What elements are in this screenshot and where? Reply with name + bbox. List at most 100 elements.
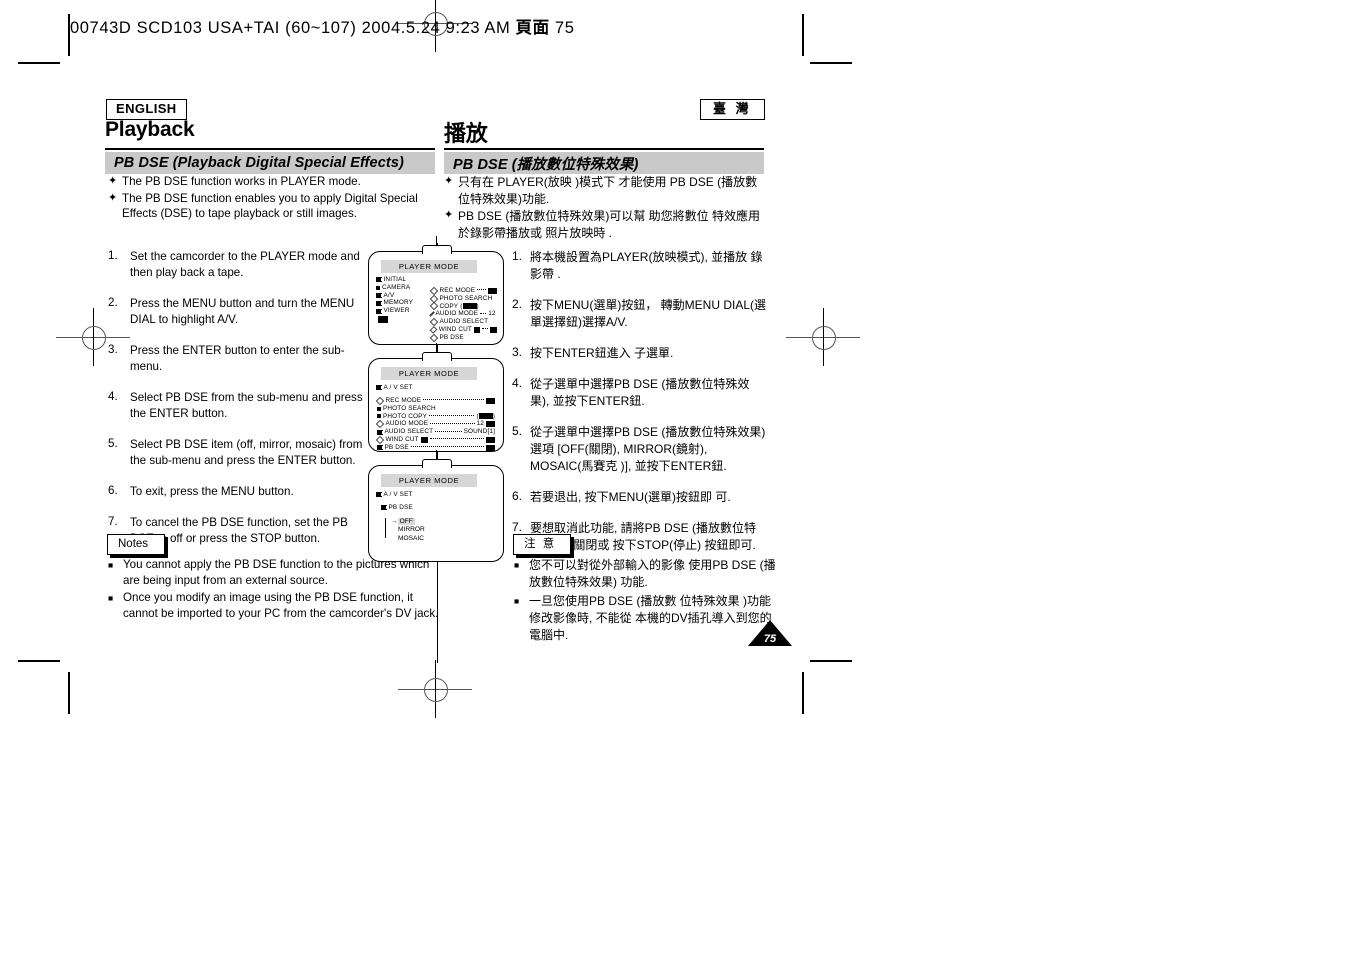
step-item: 4. 從子選單中選擇PB DSE (播放數位特殊效果), 並按下ENTER鈕. [512,376,767,410]
menu-item-label: PHOTO SEARCH [439,294,493,302]
menu-item: WIND CUT [375,435,495,445]
menu-item-value: 12 [476,420,484,428]
dot-leader [429,414,475,416]
step-item: 6. To exit, press the MENU button. [108,484,363,500]
note-text: 您不可以對從外部輸入的影像 使用PB DSE (播放數位特殊效果) 功能. [529,558,776,589]
lcd-tab-cut [423,358,449,361]
step-number: 5. [512,424,523,438]
chapter-title-english: Playback [105,118,195,141]
lcd-screen-pbdse-options: PLAYER MODE A / V SET PB DSE → OFF MIRROR… [368,450,504,562]
menu-item-label: MEMORY [383,299,414,307]
crop-mark-top-right-h [810,62,852,64]
square-icon [377,406,381,411]
bullet-item: ✦ The PB DSE function works in PLAYER mo… [108,174,438,190]
step-item: 3. Press the ENTER button to enter the s… [108,343,363,375]
prepress-slug: 00743D SCD103 USA+TAI (60~107) 2004.5.24… [70,14,574,38]
menu-item-value: SOUND[1] [463,428,495,436]
step-item: 5. 從子選單中選擇PB DSE (播放數位特殊效果)選項 [OFF(關閉), … [512,424,767,475]
section-heading-english: PB DSE (Playback Digital Special Effects… [105,152,435,174]
bullet-item: ✦ 只有在 PLAYER(放映 )模式下 才能使用 PB DSE (播放數位特殊… [444,174,766,207]
value-block-icon [486,436,495,443]
lcd-main-menu-column: INITIAL CAMERA A/V MEMORY VIEWER [376,276,428,323]
lcd-option-list: → OFF MIRROR MOSAIC [391,518,425,543]
menu-item-label: AUDIO SELECT [439,318,489,326]
menu-item-label: AUDIO MODE [385,420,429,428]
menu-item: COPY() [429,302,497,311]
diamond-icon [429,333,439,342]
menu-item-label: PHOTO COPY [383,412,427,420]
square-icon [376,285,380,290]
note-item: ■ Once you modify an image using the PB … [108,590,448,621]
menu-item-label: REC MODE [385,397,422,405]
folder-icon [376,300,383,306]
folder-icon [376,277,383,283]
step-text: 按下ENTER鈕進入 子選單. [530,346,674,360]
step-text: Select PB DSE from the sub-menu and pres… [130,391,363,420]
slug-cjk: 頁面 [515,19,550,37]
crop-mark-bottom-right-v [802,672,804,714]
page-number: 75 [763,633,777,645]
folder-icon [376,385,383,391]
notes-list-english: ■ You cannot apply the PB DSE function t… [108,557,448,623]
menu-item-value: 12 [488,310,496,318]
lcd-submenu-header: A / V SET [376,491,413,499]
language-tag-chinese: 臺 灣 [700,99,765,121]
lcd-submenu-header-2: PB DSE [381,504,413,512]
title-rule-chinese [444,148,764,151]
step-text: Select PB DSE item (off, mirror, mosaic)… [130,438,363,467]
diamond-bullet-icon: ✦ [108,191,118,204]
lcd-screen-menu-main: PLAYER MODE INITIAL CAMERA A/V MEMORY VI… [368,236,504,345]
dot-leader [410,446,484,448]
menu-item: MEMORY [376,299,428,307]
option-label-selected: OFF [397,518,415,525]
wind-cut-icon [420,436,428,443]
diamond-bullet-icon: ✦ [444,175,454,187]
dot-leader [480,312,487,314]
lcd-tab-cut [423,251,449,254]
step-item: 2. Press the MENU button and turn the ME… [108,296,363,328]
step-item: 3. 按下ENTER鈕進入 子選單. [512,345,767,362]
value-block-icon [489,326,497,333]
step-item: 4. Select PB DSE from the sub-menu and p… [108,390,363,422]
section-heading-chinese-label: PB DSE (播放數位特殊效果) [453,156,639,173]
step-item: 2. 按下MENU(選單)按鈕， 轉動MENU DIAL(選單選擇鈕)選擇A/V… [512,297,767,331]
note-item: ■ 一旦您使用PB DSE (播放數 位特殊效果 )功能修改影像時, 不能從 本… [514,593,779,644]
submenu-header-label: A / V SET [383,384,413,392]
step-number: 2. [108,296,118,309]
menu-item-label: PB DSE [384,443,409,451]
step-text: 從子選單中選擇PB DSE (播放數位特殊效果), 並按下ENTER鈕. [530,377,750,408]
value-block-icon [486,397,495,404]
copy-source-icon [462,303,472,310]
registration-mark-left [56,308,130,366]
step-number: 2. [512,297,523,311]
lcd-mode-bar: PLAYER MODE [381,474,477,487]
step-item: 6. 若要退出, 按下MENU(選單)按鈕即 可. [512,489,767,506]
lcd-sub-menu-column: REC MODE PHOTO SEARCH COPY() AUDIO MODE 1… [429,286,497,342]
bullet-text: PB DSE (播放數位特殊效果)可以幫 助您將數位 特效應用於錄影帶播放或 照… [458,209,761,240]
dot-leader [423,399,484,401]
square-icon [377,414,381,419]
lcd-submenu-header: A / V SET [376,384,413,392]
step-number: 6. [512,489,523,503]
menu-item-label: PHOTO SEARCH [383,404,436,412]
bullet-text: The PB DSE function works in PLAYER mode… [122,175,361,188]
bullet-text: 只有在 PLAYER(放映 )模式下 才能使用 PB DSE (播放數位特殊效果… [458,175,758,206]
lcd-mode-bar: PLAYER MODE [381,260,477,273]
square-bullet-icon: ■ [108,593,114,603]
bullet-item: ✦ PB DSE (播放數位特殊效果)可以幫 助您將數位 特效應用於錄影帶播放或… [444,208,766,241]
section-heading-chinese: PB DSE (播放數位特殊效果) [444,152,764,174]
section-heading-english-label: PB DSE (Playback Digital Special Effects… [114,155,404,171]
menu-item: AUDIO MODE 12 [429,310,497,318]
menu-item: AUDIO SELECT [429,317,497,327]
crop-mark-bottom-left-h [18,660,60,662]
menu-item-label: AUDIO SELECT [384,428,434,436]
intro-bullets-english: ✦ The PB DSE function works in PLAYER mo… [108,174,438,223]
step-number: 1. [512,249,523,263]
value-block-icon [486,421,495,428]
bullet-text: The PB DSE function enables you to apply… [122,191,418,221]
step-text: To exit, press the MENU button. [130,485,294,498]
folder-icon [377,445,384,451]
menu-item: PB DSE [429,333,497,342]
step-number: 3. [512,345,523,359]
document-page: 00743D SCD103 USA+TAI (60~107) 2004.5.24… [0,0,1348,954]
